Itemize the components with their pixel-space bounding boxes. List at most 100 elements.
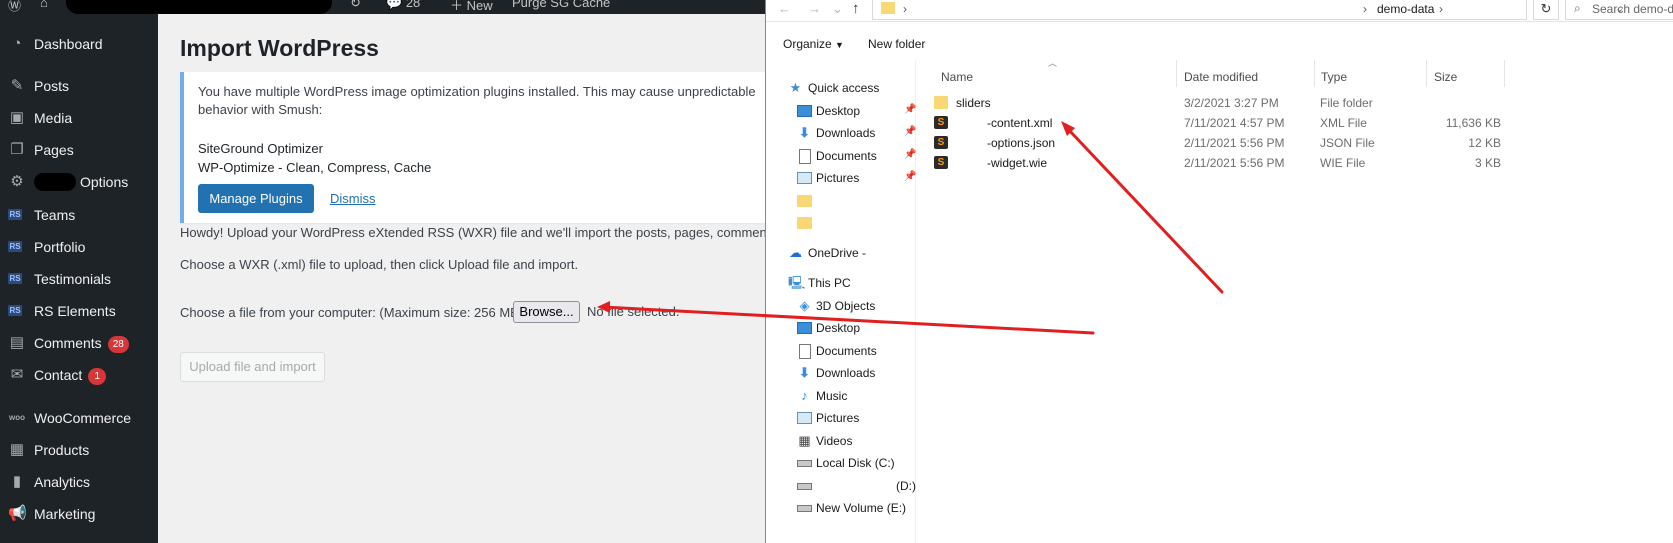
wordpress-logo-icon[interactable]: Ⓦ xyxy=(8,0,21,14)
menu-item-options[interactable]: ⚙ Options xyxy=(0,167,158,197)
admin-bar-purge-cache[interactable]: Purge SG Cache xyxy=(512,0,610,10)
column-divider[interactable] xyxy=(1504,60,1505,87)
file-date: 7/11/2021 4:57 PM xyxy=(1184,116,1285,130)
forward-arrow-icon[interactable]: → xyxy=(808,1,821,16)
menu-item-teams[interactable]: RS Teams xyxy=(0,200,158,230)
folder-icon xyxy=(881,2,895,14)
nav-quick-folder-redacted[interactable] xyxy=(766,213,916,233)
marketing-icon: 📢 xyxy=(8,505,27,522)
address-bar-row: ← → ⌄ ↑ › › demo-data › ⌄ ↻ ⌕ Search dem… xyxy=(766,0,1673,22)
nav-quick-documents[interactable]: Documents 📌 xyxy=(766,146,916,166)
admin-bar-new[interactable]: ＋ New xyxy=(450,0,493,14)
wp-content-area: Import WordPress You have multiple WordP… xyxy=(158,14,770,543)
nav-new-volume-e[interactable]: New Volume (E:) xyxy=(766,498,916,518)
dismiss-link[interactable]: Dismiss xyxy=(330,191,376,206)
updates-icon[interactable]: ↻ xyxy=(350,0,361,11)
refresh-button[interactable]: ↻ xyxy=(1533,0,1559,20)
column-divider[interactable] xyxy=(1426,60,1427,87)
menu-item-portfolio[interactable]: RS Portfolio xyxy=(0,232,158,262)
nav-local-disk-c[interactable]: Local Disk (C:) xyxy=(766,453,916,473)
menu-item-products[interactable]: ▦ Products xyxy=(0,435,158,465)
manage-plugins-button[interactable]: Manage Plugins xyxy=(198,184,314,213)
star-icon: ★ xyxy=(789,80,802,95)
nav-label: (D:) xyxy=(896,479,916,493)
up-arrow-icon[interactable]: ↑ xyxy=(852,0,860,17)
column-header-date-modified[interactable]: Date modified xyxy=(1184,70,1258,84)
gear-icon: ⚙ xyxy=(10,173,24,190)
nav-3d-objects[interactable]: ◈ 3D Objects xyxy=(766,296,916,316)
new-folder-button[interactable]: New folder xyxy=(868,37,925,51)
file-date: 2/11/2021 5:56 PM xyxy=(1184,136,1285,150)
file-row-widget-wie[interactable]: S -widget.wie 2/11/2021 5:56 PM WIE File… xyxy=(924,153,1504,173)
nav-quick-desktop[interactable]: Desktop 📌 xyxy=(766,101,916,121)
menu-item-testimonials[interactable]: RS Testimonials xyxy=(0,264,158,294)
nav-downloads[interactable]: ⬇ Downloads xyxy=(766,363,916,383)
address-bar[interactable]: › › demo-data › ⌄ xyxy=(872,0,1624,20)
comment-icon: ▤ xyxy=(9,334,25,351)
desktop-icon xyxy=(797,322,812,334)
pin-icon: 📌 xyxy=(904,104,917,115)
column-header-type[interactable]: Type xyxy=(1321,70,1347,84)
sublime-file-icon: S xyxy=(934,116,948,129)
breadcrumb-separator-icon: › xyxy=(1363,2,1367,16)
navigation-pane: ★ Quick access Desktop 📌 ⬇ Downloads 📌 D… xyxy=(766,60,916,543)
rs-icon: RS xyxy=(8,305,22,316)
menu-item-label: Pages xyxy=(34,142,74,158)
nav-desktop[interactable]: Desktop xyxy=(766,318,916,338)
nav-this-pc[interactable]: 🖳 This PC xyxy=(766,273,916,293)
nav-pictures[interactable]: Pictures xyxy=(766,408,916,428)
recent-dropdown-icon[interactable]: ⌄ xyxy=(832,1,843,17)
menu-item-dashboard[interactable]: ◔ Dashboard xyxy=(0,29,158,59)
rs-icon: RS xyxy=(8,273,22,284)
menu-item-pages[interactable]: ❐ Pages xyxy=(0,135,158,165)
pin-icon: 📌 xyxy=(904,126,917,137)
menu-item-comments[interactable]: ▤ Comments 28 xyxy=(0,328,158,358)
nav-label: Pictures xyxy=(816,171,860,185)
file-name: -widget.wie xyxy=(987,156,1048,170)
nav-quick-downloads[interactable]: ⬇ Downloads 📌 xyxy=(766,123,916,143)
organize-label: Organize xyxy=(783,37,832,51)
menu-item-analytics[interactable]: ▮ Analytics xyxy=(0,467,158,497)
column-divider[interactable] xyxy=(1176,60,1177,87)
menu-item-label: Portfolio xyxy=(34,239,86,255)
menu-item-label: Contact 1 xyxy=(34,367,107,385)
folder-icon xyxy=(934,96,948,109)
menu-item-label: Marketing xyxy=(34,506,96,522)
menu-item-woocommerce[interactable]: woo WooCommerce xyxy=(0,403,158,433)
back-arrow-icon[interactable]: ← xyxy=(778,1,791,16)
admin-bar-comments[interactable]: 💬 28 xyxy=(386,0,420,11)
menu-item-label: Teams xyxy=(34,207,76,223)
nav-documents[interactable]: Documents xyxy=(766,341,916,361)
column-header-name[interactable]: Name xyxy=(941,70,973,84)
breadcrumb-demo-data[interactable]: demo-data xyxy=(1377,2,1434,16)
nav-quick-pictures[interactable]: Pictures 📌 xyxy=(766,168,916,188)
file-explorer-dialog: ← → ⌄ ↑ › › demo-data › ⌄ ↻ ⌕ Search dem… xyxy=(765,0,1673,543)
menu-item-media[interactable]: ▣ Media xyxy=(0,103,158,133)
browse-button[interactable]: Browse... xyxy=(513,301,580,323)
search-input[interactable]: ⌕ Search demo-data xyxy=(1565,0,1673,20)
cloud-icon: ☁ xyxy=(789,245,802,260)
menu-item-contact[interactable]: ✉ Contact 1 xyxy=(0,360,158,390)
download-icon: ⬇ xyxy=(799,365,810,380)
file-row-sliders[interactable]: sliders 3/2/2021 3:27 PM File folder xyxy=(924,93,1504,113)
nav-drive-d[interactable]: (D:) xyxy=(766,476,916,496)
menu-item-posts[interactable]: ✎ Posts xyxy=(0,71,158,101)
file-row-options-json[interactable]: S -options.json 2/11/2021 5:56 PM JSON F… xyxy=(924,133,1504,153)
nav-quick-folder-redacted[interactable] xyxy=(766,191,916,211)
file-row-content-xml[interactable]: S -content.xml 7/11/2021 4:57 PM XML Fil… xyxy=(924,113,1504,133)
menu-item-rs-elements[interactable]: RS RS Elements xyxy=(0,296,158,326)
pin-icon: 📌 xyxy=(904,171,917,182)
organize-button[interactable]: Organize ▼ xyxy=(783,37,844,51)
column-divider[interactable] xyxy=(1314,60,1315,87)
menu-item-marketing[interactable]: 📢 Marketing xyxy=(0,499,158,529)
computer-icon: 🖳 xyxy=(788,275,806,290)
nav-quick-access[interactable]: ★ Quick access xyxy=(766,78,916,98)
nav-videos[interactable]: ▦ Videos xyxy=(766,431,916,451)
column-header-size[interactable]: Size xyxy=(1434,70,1457,84)
nav-label: Videos xyxy=(816,434,853,448)
woo-icon: woo xyxy=(9,413,25,422)
nav-onedrive[interactable]: ☁ OneDrive - xyxy=(766,243,916,263)
home-icon[interactable]: ⌂ xyxy=(40,0,48,10)
nav-music[interactable]: ♪ Music xyxy=(766,386,916,406)
upload-file-and-import-button[interactable]: Upload file and import xyxy=(180,352,325,382)
